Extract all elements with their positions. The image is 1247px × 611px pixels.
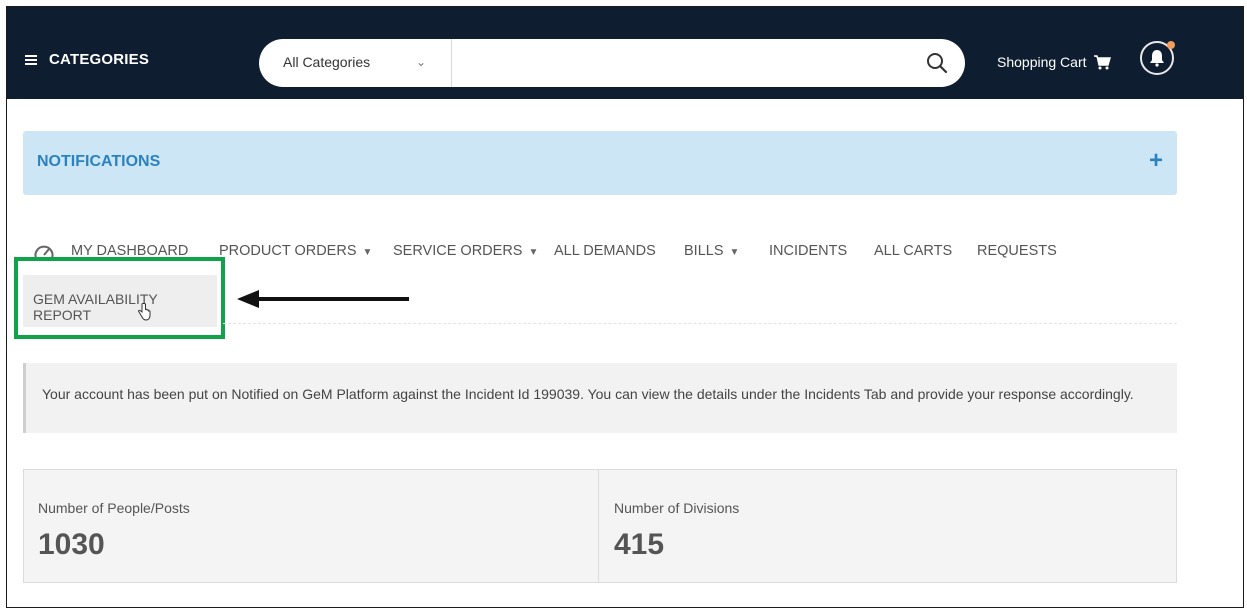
caret-down-icon: ▼ xyxy=(729,247,740,258)
hand-cursor-icon xyxy=(138,303,151,321)
hamburger-icon xyxy=(25,54,37,65)
stat-people-value: 1030 xyxy=(38,528,105,561)
chevron-down-icon: ⌄ xyxy=(416,55,427,69)
search-icon[interactable] xyxy=(923,49,951,77)
expand-plus-icon[interactable]: + xyxy=(1149,143,1163,179)
incident-alert-message: Your account has been put on Notified on… xyxy=(42,386,1134,402)
page-frame: CATEGORIES All Categories ⌄ Shopping Car… xyxy=(6,6,1244,608)
tab-service-orders[interactable]: SERVICE ORDERS ▼ xyxy=(393,243,538,259)
stats-panel: Number of People/Posts 1030 Number of Di… xyxy=(23,469,1177,583)
tabs-divider xyxy=(223,323,1177,324)
highlight-outline xyxy=(14,257,225,339)
unread-dot xyxy=(1167,41,1175,49)
category-select-value: All Categories xyxy=(283,54,371,70)
stats-separator xyxy=(598,470,599,582)
incident-alert: Your account has been put on Notified on… xyxy=(23,363,1177,433)
categories-menu-button[interactable]: CATEGORIES xyxy=(25,51,149,68)
tab-all-carts[interactable]: ALL CARTS xyxy=(874,243,952,259)
cart-icon xyxy=(1093,55,1111,70)
tab-service-orders-label: SERVICE ORDERS xyxy=(393,243,523,259)
notifications-panel[interactable]: NOTIFICATIONS + xyxy=(23,131,1177,195)
stat-people-label: Number of People/Posts xyxy=(38,500,190,516)
top-navigation-bar: CATEGORIES All Categories ⌄ Shopping Car… xyxy=(7,7,1243,99)
caret-down-icon: ▼ xyxy=(362,247,373,258)
tab-requests[interactable]: REQUESTS xyxy=(977,243,1057,259)
stat-divisions-label: Number of Divisions xyxy=(614,500,740,516)
tab-incidents[interactable]: INCIDENTS xyxy=(769,243,847,259)
search-input[interactable] xyxy=(453,47,917,81)
notifications-title: NOTIFICATIONS xyxy=(37,153,161,170)
tab-all-demands[interactable]: ALL DEMANDS xyxy=(554,243,656,259)
tab-product-orders[interactable]: PRODUCT ORDERS ▼ xyxy=(219,243,372,259)
category-select[interactable]: All Categories ⌄ xyxy=(259,39,452,87)
tab-bills-label: BILLS xyxy=(684,243,724,259)
tab-bills[interactable]: BILLS ▼ xyxy=(684,243,739,259)
arrow-left-icon xyxy=(237,290,409,308)
tab-product-orders-label: PRODUCT ORDERS xyxy=(219,243,357,259)
shopping-cart-link[interactable]: Shopping Cart xyxy=(997,54,1111,70)
search-bar: All Categories ⌄ xyxy=(259,39,965,87)
categories-label: CATEGORIES xyxy=(49,51,150,68)
shopping-cart-label: Shopping Cart xyxy=(997,54,1087,70)
bell-icon xyxy=(1150,50,1164,67)
notifications-bell-button[interactable] xyxy=(1140,41,1175,75)
stat-divisions-value: 415 xyxy=(614,528,665,561)
caret-down-icon: ▼ xyxy=(528,247,539,258)
